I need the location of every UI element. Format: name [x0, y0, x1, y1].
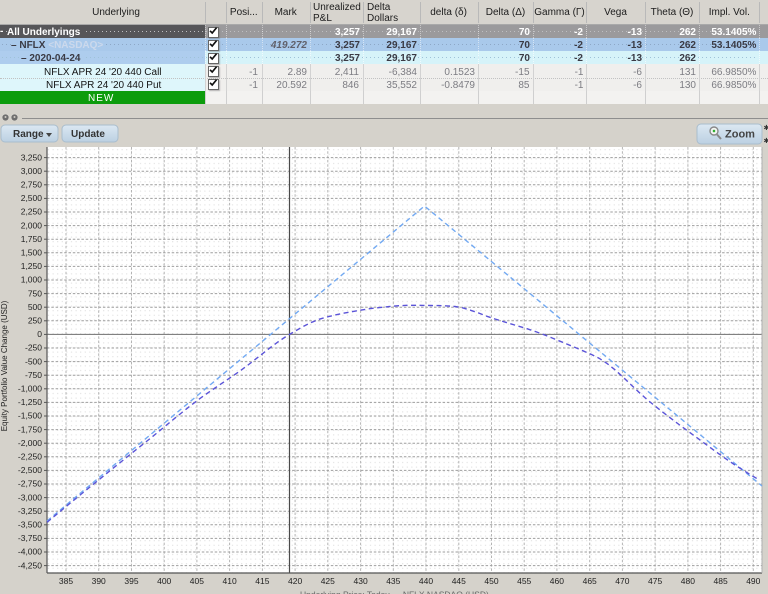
svg-text:3,250: 3,250 [21, 152, 43, 162]
svg-text:✱: ✱ [764, 137, 768, 145]
svg-text:-3,000: -3,000 [18, 492, 42, 502]
svg-text:Underlying Price: Today — NFLX: Underlying Price: Today — NFLX NASDAQ (U… [300, 590, 489, 594]
svg-text:1,750: 1,750 [21, 234, 43, 244]
svg-text:475: 475 [648, 576, 662, 586]
svg-text:-2,000: -2,000 [18, 438, 42, 448]
svg-text:465: 465 [583, 576, 597, 586]
svg-text:2,750: 2,750 [21, 180, 43, 190]
svg-text:750: 750 [28, 288, 42, 298]
svg-text:1,250: 1,250 [21, 261, 43, 271]
svg-text:0: 0 [37, 329, 42, 339]
svg-text:-3,750: -3,750 [18, 533, 42, 543]
svg-text:450: 450 [484, 576, 498, 586]
svg-text:-1,750: -1,750 [18, 424, 42, 434]
svg-text:440: 440 [419, 576, 433, 586]
svg-text:-4,000: -4,000 [18, 547, 42, 557]
svg-text:-750: -750 [25, 370, 42, 380]
svg-text:485: 485 [714, 576, 728, 586]
svg-text:435: 435 [386, 576, 400, 586]
svg-text:-1,250: -1,250 [18, 397, 42, 407]
svg-text:420: 420 [288, 576, 302, 586]
svg-text:-1,000: -1,000 [18, 384, 42, 394]
svg-text:410: 410 [223, 576, 237, 586]
svg-text:-500: -500 [25, 356, 42, 366]
svg-text:Update: Update [71, 129, 105, 140]
svg-text:470: 470 [615, 576, 629, 586]
svg-text:2,250: 2,250 [21, 207, 43, 217]
svg-text:395: 395 [124, 576, 138, 586]
svg-text:385: 385 [59, 576, 73, 586]
svg-text:1,000: 1,000 [21, 275, 43, 285]
svg-text:1,500: 1,500 [21, 248, 43, 258]
svg-text:500: 500 [28, 302, 42, 312]
svg-text:-3,250: -3,250 [18, 506, 42, 516]
svg-text:-4,250: -4,250 [18, 560, 42, 570]
svg-text:✱: ✱ [764, 124, 768, 132]
svg-text:430: 430 [354, 576, 368, 586]
svg-text:3,000: 3,000 [21, 166, 43, 176]
svg-text:-1,500: -1,500 [18, 411, 42, 421]
svg-text:-2,500: -2,500 [18, 465, 42, 475]
svg-text:400: 400 [157, 576, 171, 586]
svg-text:415: 415 [255, 576, 269, 586]
svg-text:455: 455 [517, 576, 531, 586]
svg-text:Zoom: Zoom [725, 129, 755, 141]
svg-text:460: 460 [550, 576, 564, 586]
svg-text:490: 490 [746, 576, 760, 586]
svg-text:425: 425 [321, 576, 335, 586]
svg-text:390: 390 [92, 576, 106, 586]
svg-text:Equity Portfolio Value Change: Equity Portfolio Value Change (USD) [0, 300, 9, 431]
svg-text:445: 445 [452, 576, 466, 586]
svg-text:480: 480 [681, 576, 695, 586]
svg-text:2,500: 2,500 [21, 193, 43, 203]
svg-text:250: 250 [28, 316, 42, 326]
svg-text:-2,250: -2,250 [18, 452, 42, 462]
svg-text:2,000: 2,000 [21, 220, 43, 230]
svg-text:-250: -250 [25, 343, 42, 353]
svg-text:-3,500: -3,500 [18, 520, 42, 530]
svg-text:Range: Range [13, 129, 44, 140]
svg-text:405: 405 [190, 576, 204, 586]
svg-text:-2,750: -2,750 [18, 479, 42, 489]
